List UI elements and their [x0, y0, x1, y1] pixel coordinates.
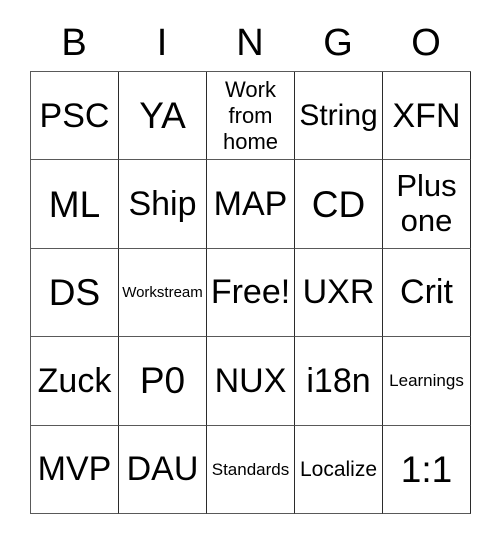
bingo-cell-b3[interactable]: DS	[31, 248, 119, 338]
bingo-cell-i1[interactable]: YA	[119, 72, 207, 161]
bingo-header-letter-b: B	[61, 21, 87, 64]
bingo-cell-i4[interactable]: P0	[119, 337, 207, 426]
bingo-cell-b4[interactable]: Zuck	[31, 337, 119, 426]
bingo-cell-label: YA	[139, 95, 186, 137]
bingo-cell-o3[interactable]: Crit	[383, 248, 471, 338]
bingo-cell-b1[interactable]: PSC	[31, 72, 119, 161]
bingo-cell-o4[interactable]: Learnings	[383, 337, 471, 426]
bingo-cell-g5[interactable]: Localize	[295, 425, 383, 514]
bingo-cell-label: i18n	[306, 361, 371, 400]
bingo-cell-label: String	[299, 98, 378, 132]
bingo-cell-label: DS	[48, 271, 101, 313]
bingo-header-row: B I N G O	[30, 14, 470, 71]
bingo-cell-n4[interactable]: NUX	[207, 337, 295, 426]
bingo-cell-o1[interactable]: XFN	[383, 72, 471, 161]
bingo-cell-label: Localize	[299, 457, 378, 481]
bingo-row-1: PSC YA Work from home String XFN	[31, 72, 471, 161]
bingo-cell-label: CD	[311, 183, 366, 225]
bingo-cell-label: Zuck	[37, 361, 112, 400]
bingo-cell-label: DAU	[126, 450, 199, 489]
bingo-header-letter-i: I	[156, 21, 168, 64]
bingo-cell-o5[interactable]: 1:1	[383, 425, 471, 514]
bingo-cell-label: NUX	[214, 361, 287, 400]
bingo-cell-label: ML	[48, 183, 101, 225]
bingo-cell-b5[interactable]: MVP	[31, 425, 119, 514]
bingo-header-letter-g: G	[323, 21, 353, 64]
bingo-grid: PSC YA Work from home String XFN ML Ship…	[30, 71, 471, 514]
bingo-cell-i3[interactable]: Workstream	[119, 248, 207, 338]
bingo-cell-g2[interactable]: CD	[295, 160, 383, 249]
bingo-cell-label: Free!	[210, 273, 291, 312]
bingo-cell-i2[interactable]: Ship	[119, 160, 207, 249]
bingo-cell-i5[interactable]: DAU	[119, 425, 207, 514]
bingo-cell-label: PSC	[39, 96, 110, 135]
bingo-cell-label: P0	[139, 360, 186, 402]
bingo-cell-label: Crit	[400, 273, 453, 312]
bingo-cell-n1[interactable]: Work from home	[207, 72, 295, 161]
bingo-header-letter-n: N	[236, 21, 264, 64]
bingo-cell-label: Plus one	[396, 168, 457, 239]
bingo-cell-b2[interactable]: ML	[31, 160, 119, 249]
bingo-cell-free-space[interactable]: Free!	[207, 248, 295, 338]
bingo-cell-g3[interactable]: UXR	[295, 248, 383, 338]
bingo-cell-n2[interactable]: MAP	[207, 160, 295, 249]
bingo-cell-label: Ship	[128, 185, 197, 224]
bingo-cell-label: XFN	[392, 96, 461, 135]
bingo-cell-label: Learnings	[389, 371, 464, 391]
bingo-cell-o2[interactable]: Plus one	[383, 160, 471, 249]
bingo-cell-g1[interactable]: String	[295, 72, 383, 161]
bingo-cell-label: MVP	[37, 450, 112, 489]
bingo-cell-label: UXR	[302, 273, 375, 312]
bingo-cell-label: Standards	[211, 459, 290, 479]
bingo-row-3: DS Workstream Free! UXR Crit	[31, 248, 471, 338]
bingo-cell-n5[interactable]: Standards	[207, 425, 295, 514]
bingo-cell-label: 1:1	[400, 448, 453, 490]
bingo-row-4: Zuck P0 NUX i18n Learnings	[31, 337, 471, 426]
bingo-header-letter-o: O	[411, 21, 441, 64]
bingo-card: B I N G O PSC YA Work from home String X…	[30, 14, 471, 515]
bingo-cell-label: MAP	[213, 185, 288, 224]
bingo-row-5: MVP DAU Standards Localize 1:1	[31, 425, 471, 514]
bingo-cell-g4[interactable]: i18n	[295, 337, 383, 426]
bingo-cell-label: Work from home	[222, 76, 279, 154]
bingo-row-2: ML Ship MAP CD Plus one	[31, 160, 471, 249]
bingo-cell-label: Workstream	[122, 283, 203, 301]
